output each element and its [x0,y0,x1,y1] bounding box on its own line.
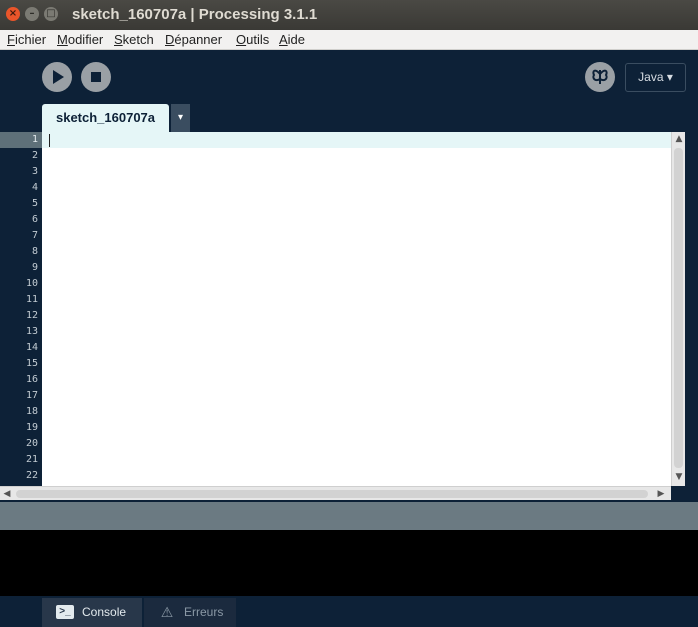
line-number: 1 [0,132,42,148]
menu-outils[interactable]: Outils [236,30,269,49]
menu-label: ichier [14,32,47,47]
toolbar [0,50,698,102]
scroll-left-icon[interactable]: ◀ [0,487,14,501]
menu-mnemonic: S [114,32,123,47]
horizontal-scroll-thumb[interactable] [16,490,648,498]
menu-label: ketch [122,32,154,47]
line-number: 12 [25,310,38,321]
line-number: 14 [25,342,38,353]
line-number: 3 [31,166,38,177]
menu-mnemonic: F [7,32,15,47]
line-number-gutter: 1 2 3 4 5 6 7 8 9 10 11 12 13 14 15 16 17 18 19 20 21 22 [0,132,42,486]
menu-fichier[interactable]: Fichier [7,30,46,49]
menu-label: utils [246,32,270,47]
window-title: sketch_160707a | Processing 3.1.1 [72,6,318,23]
menu-label: ide [287,32,306,47]
horizontal-scrollbar[interactable]: ◀ ▶ [0,486,671,500]
menu-sketch[interactable]: Sketch [114,30,154,49]
menu-depanner[interactable]: Dépanner [165,30,222,49]
status-bar [0,502,698,530]
warning-icon: ⚠ [160,604,174,620]
tab-console[interactable]: >_ Console [42,598,142,627]
menu-modifier[interactable]: Modifier [57,30,103,49]
scrollbar-corner [671,486,698,500]
menu-mnemonic: O [236,32,247,47]
line-number: 8 [31,246,38,257]
window-titlebar: × – □ sketch_160707a | Processing 3.1.1 [0,0,698,30]
stop-button[interactable] [81,62,111,92]
code-editor[interactable] [42,132,671,486]
line-number: 20 [25,438,38,449]
line-number: 10 [25,278,38,289]
line-number: 17 [25,390,38,401]
menu-aide[interactable]: Aide [279,30,305,49]
tab-errors[interactable]: ⚠ Erreurs [144,598,236,627]
menu-mnemonic: M [57,32,68,47]
run-button[interactable] [42,62,72,92]
scroll-right-icon[interactable]: ▶ [654,487,668,501]
errors-tab-label: Erreurs [184,605,224,619]
line-number: 19 [25,422,38,433]
play-icon [53,70,64,84]
scroll-down-icon[interactable]: ▼ [672,470,686,484]
menu-label: épanner [174,32,223,47]
line-number: 6 [31,214,38,225]
line-number: 11 [25,294,38,305]
console-output[interactable] [0,530,698,596]
line-number: 4 [31,182,38,193]
line-number: 5 [31,198,38,209]
scroll-up-icon[interactable]: ▲ [672,132,686,146]
stop-icon [91,72,101,82]
current-line-highlight [42,132,671,148]
menubar: Fichier Modifier Sketch Dépanner Outils … [0,30,698,50]
window-maximize-button[interactable]: □ [44,7,58,21]
text-caret [49,134,50,147]
tab-menu-button[interactable]: ▾ [171,104,190,132]
line-number: 18 [25,406,38,417]
window-close-button[interactable]: × [6,7,20,21]
window-minimize-button[interactable]: – [25,7,39,21]
line-number: 2 [31,150,38,161]
line-number: 22 [25,470,38,481]
tab-sketch[interactable]: sketch_160707a [42,104,169,132]
line-number: 7 [31,230,38,241]
mode-selector[interactable]: Java ▾ [625,63,686,92]
line-number: 9 [31,262,38,273]
line-number: 21 [25,454,38,465]
line-number: 16 [25,374,38,385]
line-number: 15 [25,358,38,369]
menu-mnemonic: D [165,32,175,47]
menu-label: odifier [67,32,104,47]
console-icon: >_ [56,605,74,619]
butterfly-icon [592,69,608,84]
console-tab-label: Console [82,605,127,619]
debugger-button[interactable] [585,62,615,92]
vertical-scrollbar[interactable]: ▲ ▼ [671,132,685,486]
vertical-scroll-thumb[interactable] [674,148,683,468]
menu-mnemonic: A [279,32,288,47]
line-number: 13 [25,326,38,337]
